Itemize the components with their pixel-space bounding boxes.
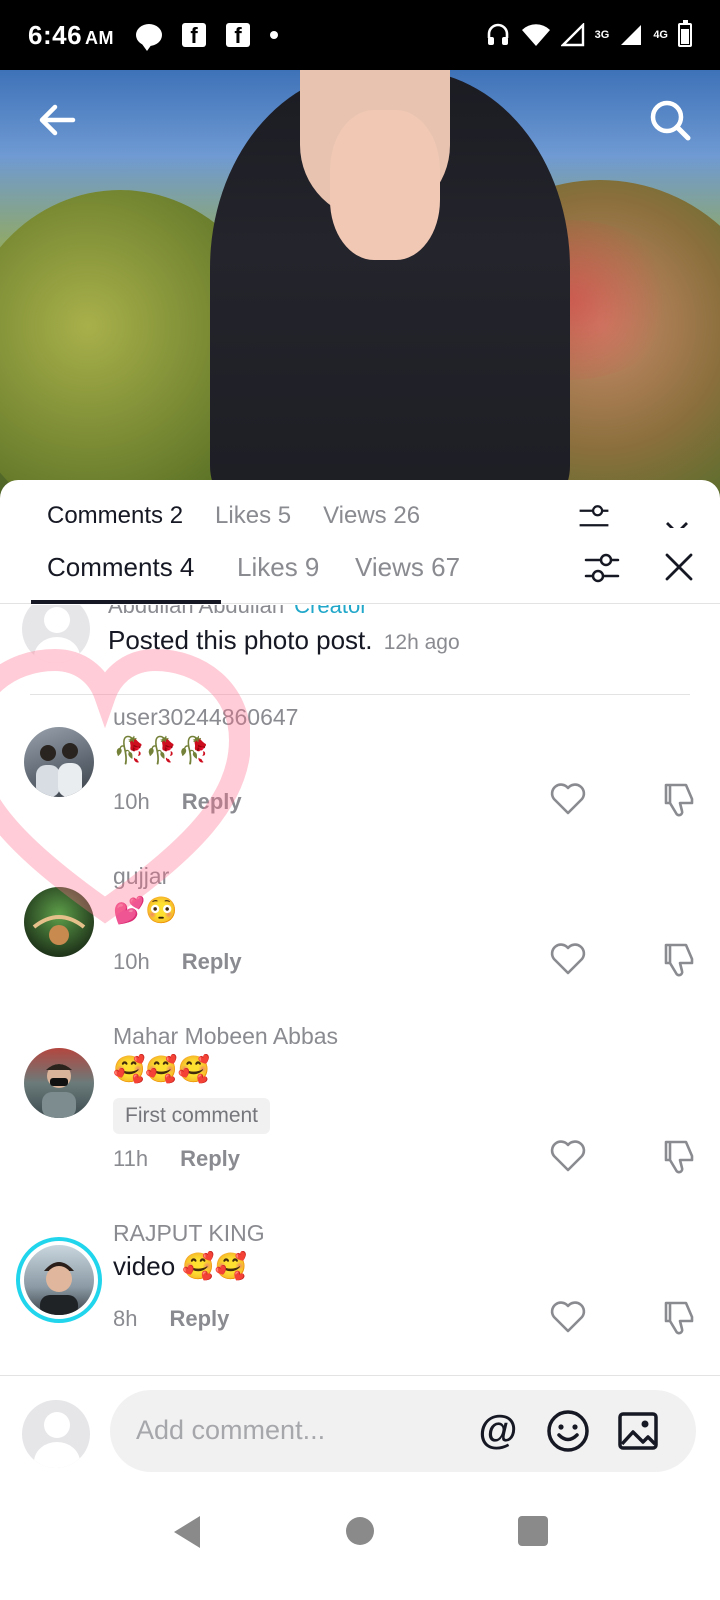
comment-text: 🥰🥰🥰 [113,1054,211,1084]
comment-username[interactable]: Mahar Mobeen Abbas [113,1023,338,1050]
ghost-tabs-overlay: Comments 2 Likes 5 Views 26 [47,502,420,530]
comment-time: 11h [113,1146,149,1171]
back-arrow-icon [39,104,76,136]
status-time: 6:46 AM [28,19,115,50]
ghost-tab-likes: Likes 5 [215,502,292,529]
first-comment-badge: First comment [113,1098,271,1134]
battery-icon [678,20,692,47]
comment-text: 💕😳 [113,895,178,925]
back-button[interactable] [27,90,87,150]
comment-input-container[interactable]: @ [110,1390,696,1472]
ghost-icons-overlay [576,500,692,528]
my-avatar[interactable] [22,1400,90,1468]
close-icon[interactable] [660,548,698,586]
comment-meta: 8h Reply [113,1306,229,1332]
reply-button[interactable]: Reply [182,949,242,975]
divider [30,694,690,695]
reply-button[interactable]: Reply [169,1306,229,1332]
post-photo[interactable] [0,70,720,500]
heart-icon[interactable] [548,1297,588,1337]
reply-button[interactable]: Reply [180,1146,240,1172]
comment-list[interactable]: Abdullah Abdullah Creator Posted this pho… [0,605,720,1465]
creator-tag: Creator [294,605,368,618]
signal-icon-2 [621,25,642,45]
mention-button[interactable]: @ [475,1408,521,1454]
comment-meta: 10h Reply [113,949,242,975]
dislike-icon[interactable] [658,1136,698,1176]
post-time: 12h ago [383,631,460,654]
status-bar: 6:46 AM f f 3G 4G [0,0,720,70]
heart-icon[interactable] [548,1136,588,1176]
tab-likes[interactable]: Likes 9 [237,552,319,583]
wifi-icon [521,24,550,46]
creator-avatar[interactable] [22,605,90,663]
tab-views[interactable]: Views 67 [355,552,460,583]
network-type-label-2: 4G [653,29,668,41]
avatar[interactable] [24,1245,94,1315]
chat-notification-icon [136,24,163,51]
creator-row: Abdullah Abdullah Creator [108,605,368,619]
tab-comments[interactable]: Comments 4 [47,552,194,583]
dislike-icon[interactable] [658,1297,698,1337]
filter-icon[interactable] [582,548,622,588]
heart-icon[interactable] [548,779,588,819]
avatar[interactable] [24,887,94,957]
comment-username[interactable]: user30244860647 [113,704,298,731]
avatar[interactable] [24,1048,94,1118]
headset-icon [487,23,508,45]
nav-recents-icon[interactable] [518,1516,548,1546]
comment-time: 10h [113,949,150,974]
network-type-label: 3G [594,29,610,41]
facebook-notification-icon-2: f [226,23,251,48]
nav-back-icon[interactable] [170,1512,204,1552]
search-button[interactable] [640,90,700,150]
comment-username[interactable]: gujjar [113,863,169,890]
tab-bar: Comments 4 Likes 9 Views 67 [0,532,720,604]
emoji-icon[interactable] [545,1408,591,1454]
comment-text: 🥀🥀🥀 [113,735,211,765]
ghost-tab-comments: Comments 2 [47,502,184,529]
post-description: Posted this photo post. 12h ago [108,625,460,656]
system-nav-bar [0,1485,720,1600]
post-text: Posted this photo post. [108,625,373,655]
dislike-icon[interactable] [658,939,698,979]
search-icon [650,100,691,141]
comment-input[interactable] [136,1410,456,1450]
nav-home-icon[interactable] [346,1517,374,1545]
active-tab-indicator [31,600,221,604]
comment-input-bar: @ [0,1375,720,1485]
comment-username[interactable]: RAJPUT KING [113,1220,265,1247]
image-icon[interactable] [615,1408,661,1454]
comment-meta: 10h Reply [113,789,242,815]
more-notifications-dot [270,31,279,39]
avatar[interactable] [24,727,94,797]
dislike-icon[interactable] [658,779,698,819]
ghost-tab-views: Views 26 [323,502,421,529]
reply-button[interactable]: Reply [182,789,242,815]
comment-text: video 🥰🥰 [113,1251,248,1281]
creator-name[interactable]: Abdullah Abdullah [108,605,284,618]
comment-time: 8h [113,1306,138,1331]
heart-icon[interactable] [548,939,588,979]
comment-time: 10h [113,789,150,814]
facebook-notification-icon: f [182,23,207,48]
comment-meta: 11h Reply [113,1146,240,1172]
signal-icon [560,23,584,47]
